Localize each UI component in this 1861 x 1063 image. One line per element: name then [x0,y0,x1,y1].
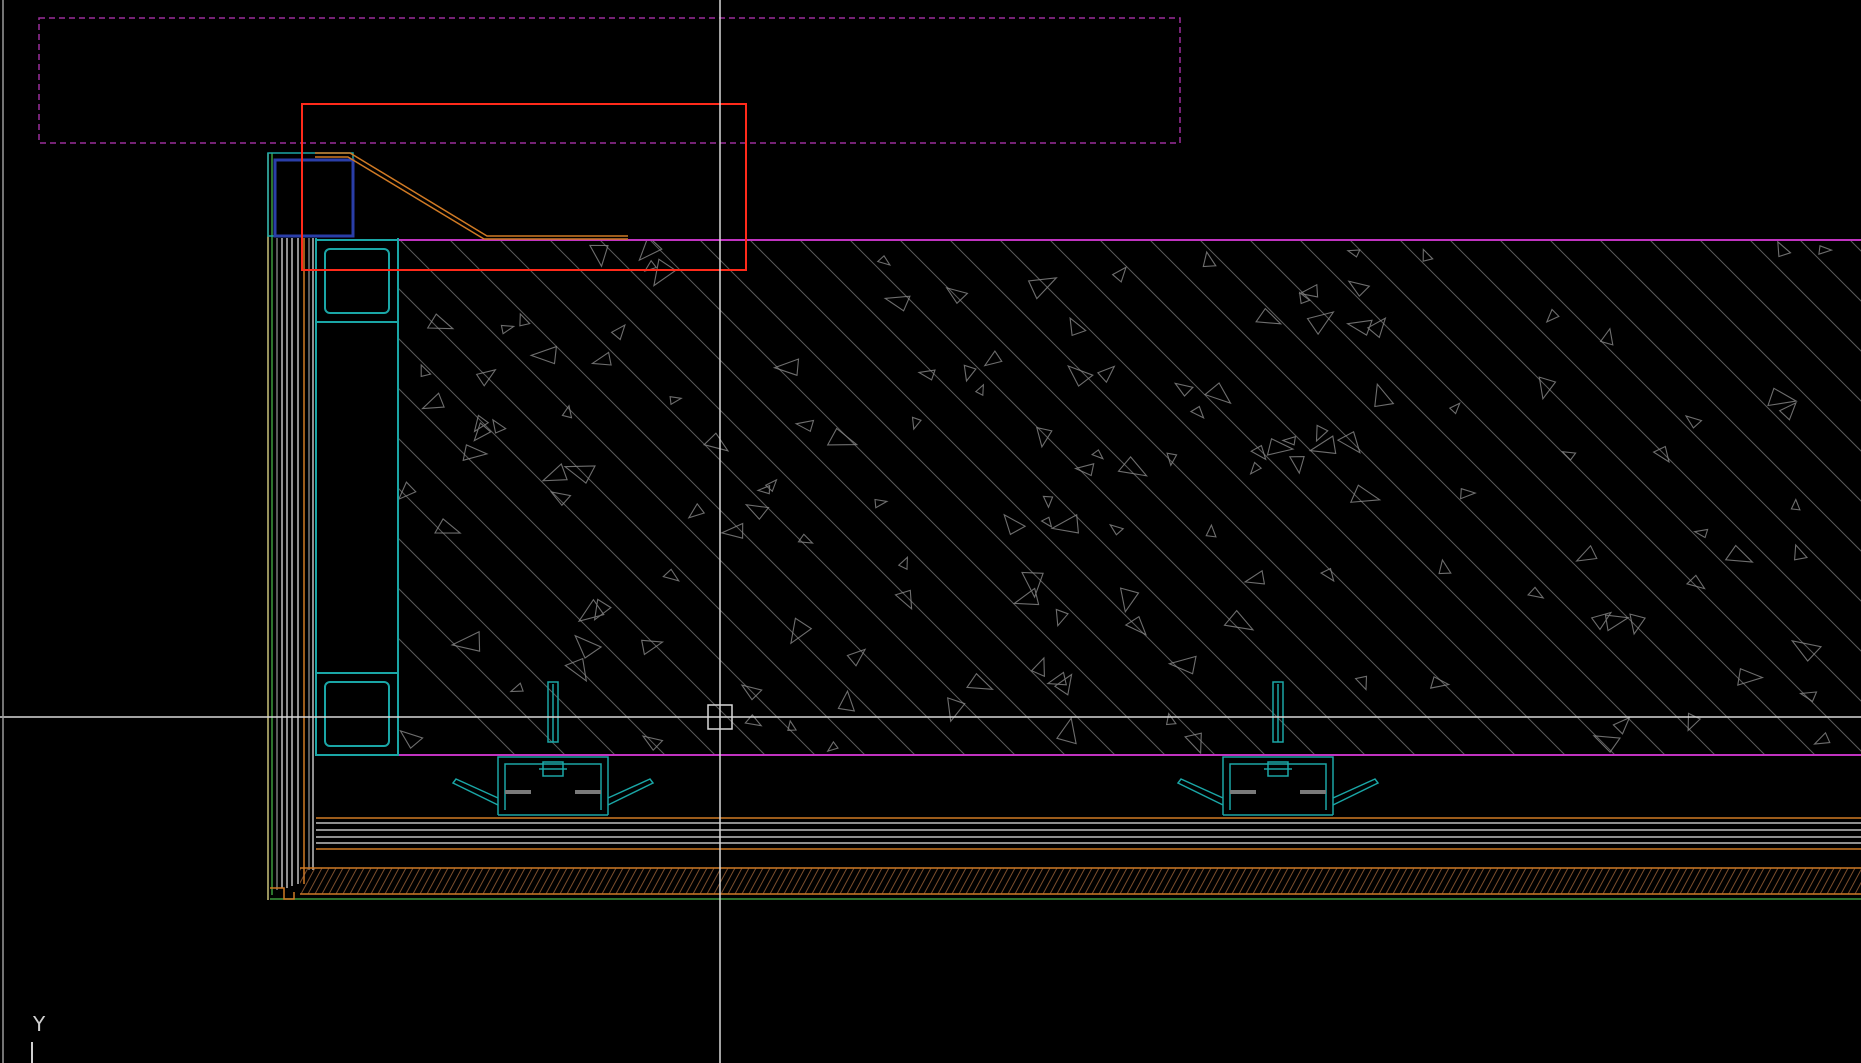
sloped-flashing[interactable] [315,152,628,240]
base-corner-trim[interactable] [270,887,295,900]
screed-hatch[interactable] [280,868,1861,894]
highlight-callout-box [301,103,747,271]
dashed-reference-boundary[interactable] [38,17,1181,144]
steel-post[interactable] [315,238,399,756]
concrete-slab-hatch[interactable] [0,237,1861,756]
ucs-y-axis-label: Y [33,1012,46,1036]
corner-trim-box[interactable] [267,152,355,238]
cad-model-viewport[interactable] [0,0,1861,1063]
suspension-bracket[interactable] [451,681,655,816]
left-cladding-layers[interactable] [267,153,314,900]
floor-finish-layers[interactable] [270,817,1861,900]
